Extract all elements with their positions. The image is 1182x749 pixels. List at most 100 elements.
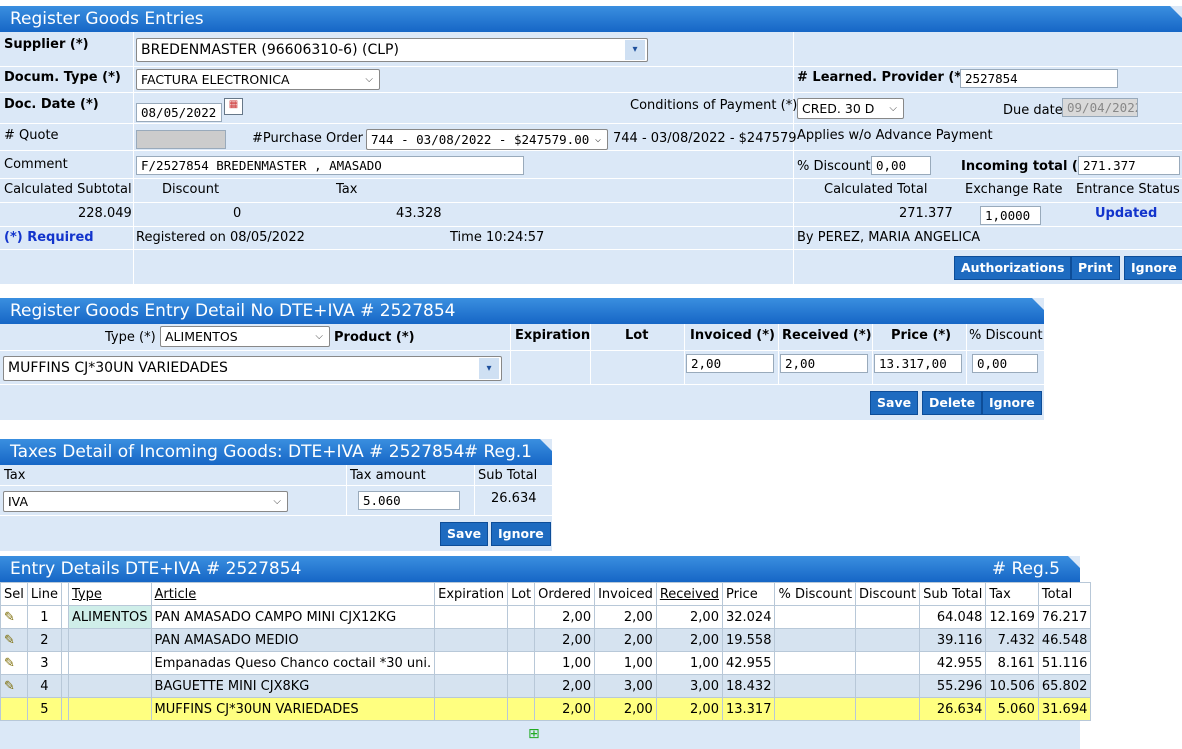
- table-row[interactable]: ✎ 4 BAGUETTE MINI CJX8KG 2,00 3,00 3,00 18.432…: [0, 674, 1092, 698]
- ignore-button[interactable]: Ignore: [982, 391, 1042, 415]
- taxes-form: Tax Tax amount Sub Total IVA ⌵ 5.060 26.6…: [0, 465, 552, 551]
- cell-tax: 5.060: [985, 697, 1039, 721]
- purchase-order-select[interactable]: 744 - 03/08/2022 - $247579.00 ⌵: [366, 129, 608, 150]
- invoiced-input[interactable]: 2,00: [686, 354, 774, 373]
- ignore-button[interactable]: Ignore: [491, 522, 551, 546]
- pencil-icon[interactable]: ✎: [4, 610, 15, 625]
- entry-detail-title-bar: Register Goods Entry Detail No DTE+IVA #…: [0, 298, 1044, 324]
- table-header: Sel Line Type Article Expiration Lot Ord…: [0, 582, 1092, 606]
- expiration-label: Expiration: [515, 328, 591, 343]
- product-label: Product (*): [334, 330, 415, 345]
- cell-article: MUFFINS CJ*30UN VARIEDADES: [150, 697, 436, 721]
- cell-received: 1,00: [655, 651, 723, 675]
- exchange-rate-input[interactable]: 1,0000: [980, 206, 1041, 225]
- col-received[interactable]: Received: [655, 582, 723, 606]
- cell-received: 2,00: [655, 605, 723, 629]
- discount-pct-input[interactable]: 0,00: [871, 156, 931, 175]
- taxes-panel: Taxes Detail of Incoming Goods: DTE+IVA …: [0, 439, 552, 551]
- reg-count: # Reg.1: [463, 442, 532, 462]
- register-goods-panel: Register Goods Entries Supplier (*) BRED…: [0, 6, 1182, 284]
- add-row-icon[interactable]: ⊞: [528, 726, 540, 742]
- cell-price: 18.432: [721, 674, 776, 698]
- advance-payment-text: Applies w/o Advance Payment: [797, 128, 993, 143]
- cell-empty: [507, 628, 536, 652]
- pencil-icon[interactable]: ✎: [4, 633, 15, 648]
- col-total: Total: [1037, 582, 1092, 606]
- tax-select[interactable]: IVA ⌵: [3, 491, 288, 512]
- pencil-icon[interactable]: ✎: [0, 674, 28, 698]
- type-select[interactable]: ALIMENTOS ⌵: [160, 326, 330, 347]
- cell-subtotal: 64.048: [919, 605, 987, 629]
- cell-ordered: 2,00: [534, 628, 596, 652]
- cell-tax: 7.432: [985, 628, 1039, 652]
- invoiced-label: Invoiced (*): [690, 328, 775, 343]
- price-input[interactable]: 13.317,00: [874, 354, 962, 373]
- chevron-down-icon: ▾: [479, 358, 499, 379]
- authorizations-button[interactable]: Authorizations: [954, 256, 1072, 280]
- purchase-order-value: 744 - 03/08/2022 - $247579.00: [371, 132, 590, 147]
- table-row[interactable]: ✎ 3 Empanadas Queso Chanco coctail *30 uni…: [0, 651, 1092, 675]
- comment-input[interactable]: F/2527854 BREDENMASTER , AMASADO: [136, 156, 524, 175]
- supplier-value: BREDENMASTER (96606310-6) (CLP): [141, 42, 399, 58]
- conditions-select[interactable]: CRED. 30 D ⌵: [797, 98, 904, 119]
- save-button[interactable]: Save: [440, 522, 489, 546]
- cell-price: 19.558: [721, 628, 776, 652]
- col-article[interactable]: Article: [150, 582, 436, 606]
- calendar-icon[interactable]: ▦: [224, 98, 243, 115]
- incoming-total-input[interactable]: 271.377: [1078, 156, 1180, 175]
- conditions-value: CRED. 30 D: [802, 101, 875, 116]
- discount-input[interactable]: 0,00: [972, 354, 1038, 373]
- table-row[interactable]: ✎ 1 ALIMENTOS PAN AMASADO CAMPO MINI CJX12K…: [0, 605, 1092, 629]
- cell-received: 3,00: [655, 674, 723, 698]
- learned-provider-input[interactable]: 2527854: [960, 69, 1118, 88]
- pencil-icon[interactable]: ✎: [0, 651, 28, 675]
- discount-label: % Discount: [969, 328, 1043, 343]
- chevron-down-icon: ⌵: [594, 134, 601, 145]
- cell-price: 32.024: [721, 605, 776, 629]
- table-row[interactable]: 5 MUFFINS CJ*30UN VARIEDADES 2,00 2,00 2,00 1…: [0, 697, 1092, 721]
- delete-button[interactable]: Delete: [922, 391, 983, 415]
- tax-label: Tax: [4, 468, 26, 483]
- doc-type-select[interactable]: FACTURA ELECTRONICA ⌵: [136, 69, 380, 90]
- cell-ordered: 2,00: [534, 697, 596, 721]
- calc-subtotal-label: Calculated Subtotal: [4, 182, 132, 197]
- pencil-icon[interactable]: ✎: [0, 605, 28, 629]
- cell-tax: 12.169: [985, 605, 1039, 629]
- cell-empty: [855, 674, 921, 698]
- cell-received: 2,00: [655, 628, 723, 652]
- due-date-input: 09/04/2022: [1062, 98, 1138, 117]
- col-type[interactable]: Type: [67, 582, 152, 606]
- supplier-label: Supplier (*): [4, 37, 89, 52]
- doc-type-label: Docum. Type (*): [4, 70, 121, 85]
- taxes-title-bar: Taxes Detail of Incoming Goods: DTE+IVA …: [0, 439, 552, 465]
- product-select[interactable]: MUFFINS CJ*30UN VARIEDADES ▾: [3, 356, 502, 381]
- doc-date-input[interactable]: 08/05/2022: [136, 103, 222, 122]
- pencil-icon[interactable]: ✎: [4, 656, 15, 671]
- cell-article: PAN AMASADO CAMPO MINI CJX12KG: [150, 605, 436, 629]
- panel-title: Register Goods Entries: [10, 9, 204, 29]
- type-label: Type (*): [105, 330, 156, 345]
- ignore-button[interactable]: Ignore: [1124, 256, 1182, 280]
- cell-subtotal: 26.634: [919, 697, 987, 721]
- cell-subtotal: 55.296: [919, 674, 987, 698]
- pencil-icon[interactable]: ✎: [4, 679, 15, 694]
- chevron-down-icon: ⌵: [889, 103, 897, 114]
- header-form: Supplier (*) BREDENMASTER (96606310-6) (…: [0, 32, 1182, 284]
- entrance-status-value: Updated: [1095, 206, 1158, 221]
- cell-total: 46.548: [1037, 628, 1092, 652]
- discount-pct-label: % Discount: [797, 159, 871, 174]
- supplier-select[interactable]: BREDENMASTER (96606310-6) (CLP) ▾: [136, 38, 648, 62]
- subtotal-label: Sub Total: [478, 468, 538, 483]
- pencil-icon[interactable]: ✎: [0, 628, 28, 652]
- received-input[interactable]: 2,00: [780, 354, 868, 373]
- entry-detail-form: Type (*) ALIMENTOS ⌵ Product (*) Expirati…: [0, 324, 1044, 420]
- cell-empty: [434, 628, 509, 652]
- cell-tax: 8.161: [985, 651, 1039, 675]
- table-row[interactable]: ✎ 2 PAN AMASADO MEDIO 2,00 2,00 2,00 19.558 39.…: [0, 628, 1092, 652]
- save-button[interactable]: Save: [870, 391, 919, 415]
- col-tax: Tax: [985, 582, 1039, 606]
- product-value: MUFFINS CJ*30UN VARIEDADES: [8, 360, 228, 376]
- cell-line: 2: [26, 628, 62, 652]
- print-button[interactable]: Print: [1071, 256, 1120, 280]
- tax-amount-input[interactable]: 5.060: [358, 491, 460, 510]
